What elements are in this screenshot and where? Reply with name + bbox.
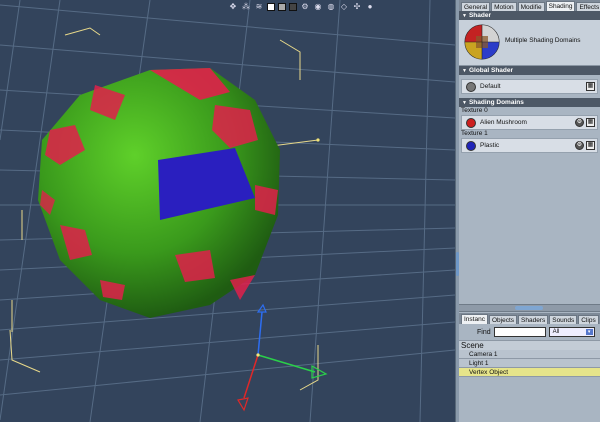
swatch-white-icon[interactable] <box>267 3 275 11</box>
domain-label: Texture 1 <box>461 130 488 137</box>
viewport-toolbar: ✥ ⁂ ≋ ⚙ ◉ ◍ ◇ ✣ ● <box>228 0 375 14</box>
camera-icon[interactable]: ◉ <box>313 2 323 12</box>
tab-objects[interactable]: Objects <box>488 315 518 324</box>
swatch-dark-icon[interactable] <box>289 3 297 11</box>
properties-tabs: General Motion Modifie Shading Effects <box>459 0 600 11</box>
filter-value: All <box>552 329 560 335</box>
tab-general[interactable]: General <box>461 2 491 11</box>
scene-item-camera[interactable]: Camera 1 <box>459 350 600 359</box>
browser-tabs: Instanc Objects Shaders Sounds Clips <box>459 313 600 324</box>
domain-row-alien-mushroom[interactable]: Alien Mushroom ⚙ ▦ <box>461 115 598 130</box>
scene-item-light[interactable]: Light 1 <box>459 359 600 368</box>
global-shader-row[interactable]: Default ▦ <box>461 79 598 94</box>
domain-shader-name: Alien Mushroom <box>480 119 527 126</box>
find-row: Find All ▾ <box>459 324 600 340</box>
global-shader-name: Default <box>480 83 501 90</box>
swatch-gray-icon[interactable] <box>278 3 286 11</box>
shading-domains-header[interactable]: ▼ Shading Domains <box>459 98 600 107</box>
tab-instances[interactable]: Instanc <box>461 314 488 324</box>
domain-row-plastic[interactable]: Plastic ⚙ ▦ <box>461 138 598 153</box>
viewport-scene[interactable] <box>0 0 455 422</box>
3d-viewport[interactable]: ✥ ⁂ ≋ ⚙ ◉ ◍ ◇ ✣ ● <box>0 0 455 422</box>
section-title: Shading Domains <box>468 99 524 106</box>
tab-modifiers[interactable]: Modifie <box>517 2 545 11</box>
horizontal-splitter[interactable] <box>459 304 600 312</box>
globe-icon[interactable]: ◍ <box>326 2 336 12</box>
settings-icon[interactable]: ✣ <box>352 2 362 12</box>
domain-label: Texture 0 <box>461 107 488 114</box>
transform-gizmo <box>237 303 328 412</box>
splitter-grip[interactable] <box>515 306 543 310</box>
shader-title: Multiple Shading Domains <box>505 37 581 44</box>
tab-shading[interactable]: Shading <box>545 1 576 11</box>
find-label: Find <box>477 328 491 336</box>
edit-shader-icon[interactable]: ⚙ <box>575 118 584 127</box>
mushroom-sphere <box>38 68 280 318</box>
default-shader-ball-icon <box>466 81 476 92</box>
alien-mushroom-ball-icon <box>466 117 476 128</box>
shader-grid-icon[interactable]: ▦ <box>586 118 595 127</box>
scene-item-vertex-object[interactable]: Vertex Object <box>459 368 600 377</box>
morph-icon[interactable]: ≋ <box>254 2 264 12</box>
vertex-icon[interactable]: ⁂ <box>241 2 251 12</box>
disclosure-triangle-icon[interactable]: ▼ <box>462 67 467 76</box>
tab-shaders[interactable]: Shaders <box>518 315 549 324</box>
tab-motion[interactable]: Motion <box>491 2 517 11</box>
shader-section-header[interactable]: ▼ Shader <box>459 11 600 20</box>
cube-icon[interactable]: ◇ <box>339 2 349 12</box>
tab-clips[interactable]: Clips <box>578 315 599 324</box>
find-input[interactable] <box>493 327 546 337</box>
section-title: Shader <box>468 12 491 19</box>
scene-browser: Instanc Objects Shaders Sounds Clips Fin… <box>459 313 600 422</box>
sphere-icon[interactable]: ● <box>365 2 375 12</box>
domain-shader-name: Plastic <box>480 142 500 149</box>
edit-shader-icon[interactable]: ⚙ <box>575 141 584 150</box>
shader-grid-icon[interactable]: ▦ <box>586 82 595 91</box>
gear-icon[interactable]: ⚙ <box>300 2 310 12</box>
properties-panel: General Motion Modifie Shading Effects ▼… <box>459 0 600 422</box>
chevron-down-icon: ▾ <box>585 329 593 335</box>
shader-preview[interactable]: Multiple Shading Domains <box>459 20 600 66</box>
tab-effects[interactable]: Effects <box>576 2 600 11</box>
tab-sounds[interactable]: Sounds <box>549 315 578 324</box>
cursor-icon[interactable]: ✥ <box>228 2 238 12</box>
plastic-ball-icon <box>466 140 476 151</box>
scene-header[interactable]: Scene <box>459 340 600 350</box>
shader-grid-icon[interactable]: ▦ <box>586 141 595 150</box>
section-title: Global Shader <box>468 67 514 74</box>
shader-ball-icon <box>464 24 500 60</box>
filter-select[interactable]: All ▾ <box>548 327 595 337</box>
global-shader-header[interactable]: ▼ Global Shader <box>459 66 600 75</box>
